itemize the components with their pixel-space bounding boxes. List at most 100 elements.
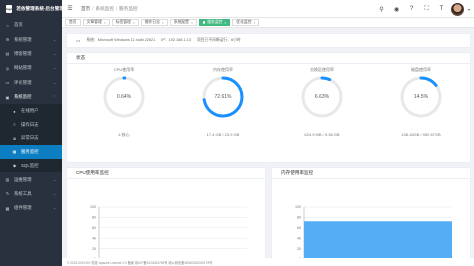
y-tick-label: 40	[92, 236, 96, 240]
status-card-title: 状态	[67, 53, 470, 64]
avatar[interactable]	[450, 2, 464, 16]
sidebar-item-sql-monitor[interactable]: ◆ SQL监控	[0, 159, 62, 173]
question-icon[interactable]: ?	[406, 4, 417, 15]
gauge-subtext: 17.4 GB / 23.9 GB	[206, 132, 240, 137]
gauge-label: CPU使用率	[113, 67, 135, 72]
gauge-subtext: 4 核心	[118, 132, 130, 137]
sidebar-item-server-monitor[interactable]: ▦ 服务监控	[0, 145, 62, 159]
tab-operation-log[interactable]: 操作日志 ×	[140, 19, 168, 26]
chevron-down-icon: ⌄	[52, 37, 56, 42]
breadcrumb-separator: /	[115, 6, 118, 11]
monitor-icon: ▣	[5, 94, 10, 100]
home-icon: ⌂	[6, 22, 9, 28]
server-info-card: ▭ 系统：Microsoft Windows 11 build 22621 IP…	[66, 33, 471, 48]
component-icon: ▩	[5, 205, 10, 211]
tags-view: 首页 文章管理 × 标签管理 × 操作日志 × 系统配置 × 服务监控 × 优化监控 ×	[62, 18, 474, 28]
blog-icon: ▤	[5, 51, 10, 57]
gauge-value: 14.5%	[413, 94, 429, 100]
sidebar-item-label: 系统工具	[14, 190, 32, 196]
ip-info: IP：192.168.1.13	[161, 38, 191, 42]
system-info: 系统：Microsoft Windows 11 build 22621	[86, 38, 156, 42]
close-icon[interactable]: ×	[253, 21, 255, 25]
github-icon[interactable]: ◉	[391, 4, 402, 15]
y-tick-label: 20	[92, 247, 96, 251]
gauge-swap: 交换区使用率 6.63% 624.9 MB / 9.38 GB	[282, 67, 362, 147]
gauge-ring: 14.5%	[398, 74, 444, 120]
tab-server-monitor[interactable]: 服务监控 ×	[198, 19, 231, 26]
gauge-value: 72.61%	[214, 94, 232, 100]
sidebar-item-home[interactable]: ⌂ 首页	[0, 18, 62, 32]
sidebar-submenu-monitor: ● 在线用户 ≡ 操作日志 ≣ 异常日志 ▦ 服务监控 ◆ SQL监控	[0, 104, 62, 173]
sidebar-item-label: SQL监控	[21, 162, 39, 168]
caret-down-icon[interactable]: ▾	[468, 7, 470, 12]
close-icon[interactable]: ×	[162, 21, 164, 25]
sidebar: logo 若依管理系统-后台管理 ⌂ 首页 ⚙ 系统管理 ⌄ ▤ 博客管理 ⌄ ◎ 网站管理…	[0, 0, 64, 266]
close-icon[interactable]: ×	[224, 21, 226, 25]
breadcrumb-home[interactable]: 首页	[81, 6, 90, 12]
close-icon[interactable]: ×	[191, 21, 193, 25]
sidebar-item-online-users[interactable]: ● 在线用户	[0, 104, 62, 118]
log-icon: ≡	[13, 122, 16, 128]
sidebar-item-label: 组件管理	[14, 205, 32, 211]
font-size-icon[interactable]: T	[436, 4, 447, 15]
y-tick-label: 80	[297, 216, 301, 220]
hamburger-icon[interactable]: ☰	[62, 0, 78, 18]
close-icon[interactable]: ×	[133, 21, 135, 25]
chevron-down-icon: ⌄	[52, 66, 56, 71]
sidebar-item-tools[interactable]: ✎ 系统工具 ⌄	[0, 187, 62, 201]
sidebar-item-blog[interactable]: ▤ 博客管理 ⌄	[0, 47, 62, 61]
y-tick-label: 100	[90, 205, 96, 209]
memory-area-series	[304, 221, 452, 259]
tab-tags[interactable]: 标签管理 ×	[111, 19, 139, 26]
gauge-value: 6.63%	[314, 94, 330, 100]
footer: © 2023-2024 BY 若依 Apache License 2.0 备案 …	[62, 258, 474, 266]
close-icon[interactable]: ×	[104, 21, 106, 25]
memory-chart-card: 内存使用率监控 020406080100	[271, 167, 471, 266]
y-tick-label: 100	[295, 205, 301, 209]
gauge-value: 0.64%	[116, 94, 132, 100]
sidebar-item-operation-log[interactable]: ≡ 操作日志	[0, 118, 62, 132]
tab-optimize-monitor[interactable]: 优化监控 ×	[232, 19, 260, 26]
sidebar-item-label: 博客管理	[14, 50, 32, 56]
sidebar-item-label: 评论管理	[14, 79, 32, 85]
sidebar-item-label: 在线用户	[21, 108, 39, 114]
tab-article[interactable]: 文章管理 ×	[82, 19, 110, 26]
chevron-down-icon: ⌄	[52, 206, 56, 211]
cpu-chart-title: CPU使用率监控	[67, 168, 265, 179]
sidebar-item-error-log[interactable]: ≣ 异常日志	[0, 132, 62, 146]
breadcrumb-separator: /	[92, 6, 94, 11]
gear-icon: ⚙	[5, 37, 10, 43]
ops-icon: ▥	[5, 177, 10, 182]
tab-label: 系统配置	[173, 20, 189, 24]
sql-icon: ◆	[12, 163, 17, 169]
comment-icon: ▭	[5, 80, 10, 86]
sidebar-item-label: 运维管理	[14, 176, 32, 182]
sidebar-item-website[interactable]: ◎ 网站管理 ⌄	[0, 61, 62, 75]
sidebar-item-ops[interactable]: ▥ 运维管理 ⌄	[0, 172, 62, 186]
tab-label: 首页	[69, 20, 77, 24]
gauge-disk: 磁盘使用率 14.5% 138.16GB / 952.67GB	[381, 67, 461, 147]
error-log-icon: ≣	[12, 135, 17, 141]
gauge-label: 交换区使用率	[310, 67, 334, 72]
fullscreen-icon[interactable]: ⛶	[421, 4, 432, 15]
sidebar-item-label: 网站管理	[14, 65, 32, 71]
sidebar-item-label: 操作日志	[21, 121, 39, 127]
sidebar-item-system[interactable]: ⚙ 系统管理 ⌄	[0, 32, 62, 46]
sidebar-item-label: 服务监控	[21, 148, 39, 154]
search-icon[interactable]: ⚲	[376, 4, 387, 15]
breadcrumb-monitor: 系统监控	[95, 5, 114, 11]
sidebar-item-comment[interactable]: ▭ 评论管理 ⌄	[0, 76, 62, 90]
gauge-ring: 0.64%	[101, 74, 147, 120]
gauge-label: 内存使用率	[213, 67, 233, 72]
sidebar-item-components[interactable]: ▩ 组件管理 ⌄	[0, 201, 62, 215]
sidebar-item-label: 系统管理	[14, 36, 32, 42]
chevron-down-icon: ⌄	[52, 191, 56, 196]
gauge-ring: 6.63%	[299, 74, 345, 120]
sidebar-item-monitor[interactable]: ▣ 系统监控 ⌃	[0, 90, 62, 104]
uptime-info: 项目已不间断运行：6小时	[196, 38, 241, 42]
server-icon: ▦	[12, 149, 17, 155]
tab-system-config[interactable]: 系统配置 ×	[169, 19, 197, 26]
tab-home[interactable]: 首页	[65, 19, 81, 26]
sidebar-menu: ⌂ 首页 ⚙ 系统管理 ⌄ ▤ 博客管理 ⌄ ◎ 网站管理 ⌄ ▭ 评论管理 ⌄ ▣ 系统监控 ⌃	[0, 18, 62, 104]
brand: logo 若依管理系统-后台管理	[0, 0, 64, 18]
